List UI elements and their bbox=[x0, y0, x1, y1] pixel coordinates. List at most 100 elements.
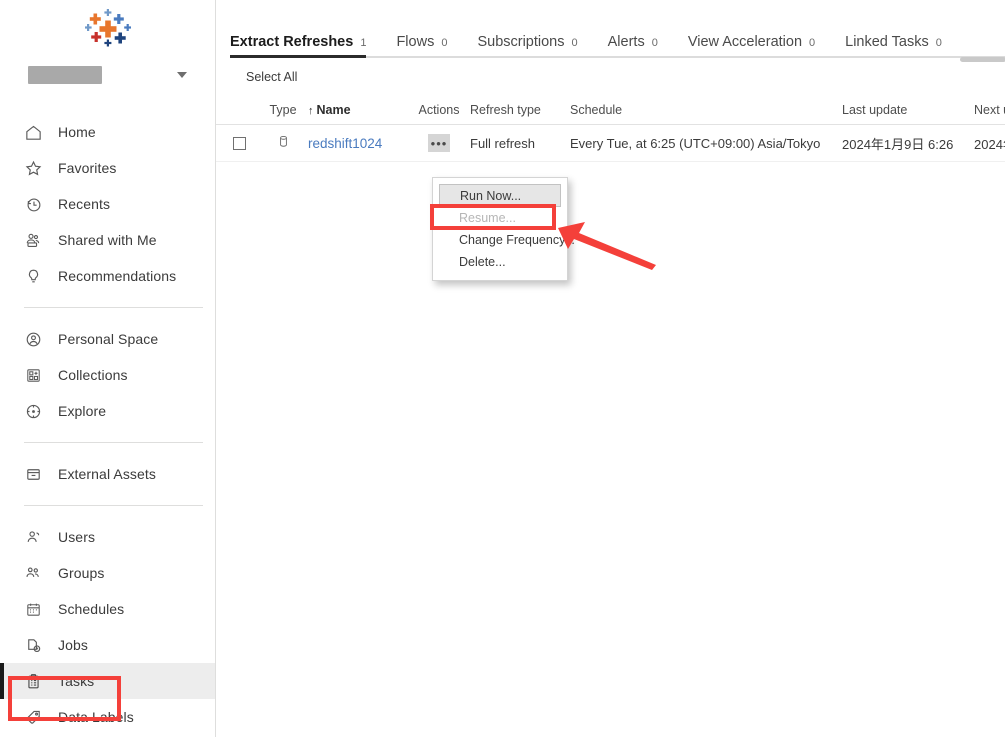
sort-ascending-icon: ↑ bbox=[308, 105, 314, 117]
sidebar-item-home[interactable]: Home bbox=[0, 114, 215, 150]
lightbulb-icon bbox=[22, 265, 44, 287]
tab-linked-tasks[interactable]: Linked Tasks 0 bbox=[845, 34, 958, 58]
sidebar-divider bbox=[24, 307, 203, 308]
header-next-update[interactable]: Next update bbox=[974, 103, 1005, 117]
sidebar-item-collections[interactable]: Collections bbox=[0, 357, 215, 393]
tab-label: Subscriptions bbox=[477, 34, 565, 50]
users-icon bbox=[22, 526, 44, 548]
sidebar-item-label: Explore bbox=[58, 403, 107, 419]
star-icon bbox=[22, 157, 44, 179]
sidebar-item-label: Personal Space bbox=[58, 331, 159, 347]
tab-count: 0 bbox=[809, 37, 816, 49]
header-schedule[interactable]: Schedule bbox=[570, 103, 842, 117]
header-refresh-type[interactable]: Refresh type bbox=[470, 103, 570, 117]
site-name-redacted bbox=[28, 66, 102, 84]
tab-count: 1 bbox=[360, 37, 367, 49]
compass-icon bbox=[22, 400, 44, 422]
select-all-button[interactable]: Select All bbox=[246, 70, 297, 84]
menu-item-change-frequency[interactable]: Change Frequency... bbox=[433, 229, 575, 251]
sidebar-item-label: Data Labels bbox=[58, 709, 134, 725]
menu-item-delete[interactable]: Delete... bbox=[433, 251, 567, 273]
tab-extract-refreshes[interactable]: Extract Refreshes 1 bbox=[230, 34, 382, 58]
sidebar-item-label: External Assets bbox=[58, 466, 156, 482]
horizontal-scrollbar[interactable] bbox=[960, 57, 1005, 62]
row-last-update: 2024年1月9日 6:26 bbox=[842, 136, 954, 152]
sidebar-item-label: Recents bbox=[58, 196, 111, 212]
row-schedule: Every Tue, at 6:25 (UTC+09:00) Asia/Toky… bbox=[570, 135, 821, 151]
sidebar-item-users[interactable]: Users bbox=[0, 519, 215, 555]
sidebar-item-favorites[interactable]: Favorites bbox=[0, 150, 215, 186]
tasks-table: Type ↑ Name Actions Refresh type Schedule… bbox=[216, 96, 1005, 162]
menu-item-resume: Resume... bbox=[459, 211, 516, 225]
site-selector[interactable] bbox=[0, 58, 215, 92]
header-name[interactable]: ↑ Name bbox=[304, 103, 408, 117]
sidebar-item-label: Users bbox=[58, 529, 96, 545]
main-content: Extract Refreshes 1 Flows 0 Subscription… bbox=[216, 0, 1005, 737]
sidebar-item-explore[interactable]: Explore bbox=[0, 393, 215, 429]
sidebar-group-admin: Users Groups Schedules Jobs Tasks Data L… bbox=[0, 519, 215, 735]
tab-label: Extract Refreshes bbox=[230, 34, 354, 50]
tab-bar: Extract Refreshes 1 Flows 0 Subscription… bbox=[216, 28, 1005, 58]
sidebar-group-assets: External Assets bbox=[0, 456, 215, 492]
clock-history-icon bbox=[22, 193, 44, 215]
jobs-icon bbox=[22, 634, 44, 656]
sidebar-divider bbox=[24, 442, 203, 443]
row-actions-context-menu: Run Now... Resume... Change Frequency...… bbox=[432, 177, 575, 281]
tab-count: 0 bbox=[571, 37, 578, 49]
sidebar-item-recommendations[interactable]: Recommendations bbox=[0, 258, 215, 294]
sidebar-item-label: Favorites bbox=[58, 160, 117, 176]
sidebar-item-label: Recommendations bbox=[58, 268, 177, 284]
row-refresh-type: Full refresh bbox=[470, 135, 536, 151]
sidebar-item-label: Collections bbox=[58, 367, 128, 383]
collections-icon bbox=[22, 364, 44, 386]
sidebar-item-label: Home bbox=[58, 124, 96, 140]
row-name-cell: redshift1024 bbox=[304, 136, 408, 151]
select-all-row: Select All bbox=[216, 58, 1005, 96]
tableau-logo[interactable] bbox=[0, 0, 215, 58]
sidebar-item-recents[interactable]: Recents bbox=[0, 186, 215, 222]
sidebar-item-shared-with-me[interactable]: Shared with Me bbox=[0, 222, 215, 258]
row-next-update: 2024年1月16日 6:25 bbox=[974, 136, 1005, 152]
tab-alerts[interactable]: Alerts 0 bbox=[608, 34, 674, 58]
sidebar-item-label: Groups bbox=[58, 565, 105, 581]
table-row[interactable]: redshift1024 ••• Full refresh Every Tue,… bbox=[216, 125, 1005, 162]
groups-icon bbox=[22, 562, 44, 584]
sidebar: Home Favorites Recents Shared with Me Re… bbox=[0, 0, 216, 737]
sidebar-item-jobs[interactable]: Jobs bbox=[0, 627, 215, 663]
clipboard-icon bbox=[22, 670, 44, 692]
tab-label: Alerts bbox=[607, 34, 645, 50]
sidebar-item-tasks[interactable]: Tasks bbox=[0, 663, 215, 699]
calendar-icon bbox=[22, 598, 44, 620]
sidebar-item-personal-space[interactable]: Personal Space bbox=[0, 321, 215, 357]
row-checkbox-cell bbox=[216, 136, 262, 150]
app-root: Home Favorites Recents Shared with Me Re… bbox=[0, 0, 1005, 737]
header-type[interactable]: Type bbox=[262, 103, 304, 117]
shared-users-icon bbox=[22, 229, 44, 251]
tab-subscriptions[interactable]: Subscriptions 0 bbox=[477, 34, 593, 58]
tab-label: View Acceleration bbox=[687, 34, 803, 50]
sidebar-item-groups[interactable]: Groups bbox=[0, 555, 215, 591]
task-name-link[interactable]: redshift1024 bbox=[308, 136, 382, 151]
external-assets-icon bbox=[22, 463, 44, 485]
row-select-checkbox[interactable] bbox=[232, 136, 246, 150]
tableau-logo-icon bbox=[84, 9, 131, 47]
tab-view-acceleration[interactable]: View Acceleration 0 bbox=[688, 34, 831, 58]
datasource-icon bbox=[276, 134, 291, 152]
sidebar-item-label: Tasks bbox=[58, 673, 95, 689]
row-actions-ellipsis-icon[interactable]: ••• bbox=[428, 134, 450, 152]
sidebar-item-external-assets[interactable]: External Assets bbox=[0, 456, 215, 492]
sidebar-group-primary: Home Favorites Recents Shared with Me Re… bbox=[0, 114, 215, 294]
sidebar-item-data-labels[interactable]: Data Labels bbox=[0, 699, 215, 735]
row-type-cell bbox=[262, 134, 304, 152]
header-last-update[interactable]: Last update bbox=[842, 103, 974, 117]
sidebar-divider bbox=[24, 505, 203, 506]
chevron-down-icon bbox=[177, 72, 187, 78]
header-name-label: Name bbox=[316, 103, 351, 117]
sidebar-item-schedules[interactable]: Schedules bbox=[0, 591, 215, 627]
tab-flows[interactable]: Flows 0 bbox=[396, 34, 463, 58]
person-circle-icon bbox=[22, 328, 44, 350]
menu-item-run-now[interactable]: Run Now... bbox=[439, 184, 561, 207]
tag-icon bbox=[22, 706, 44, 728]
header-actions: Actions bbox=[418, 103, 460, 117]
